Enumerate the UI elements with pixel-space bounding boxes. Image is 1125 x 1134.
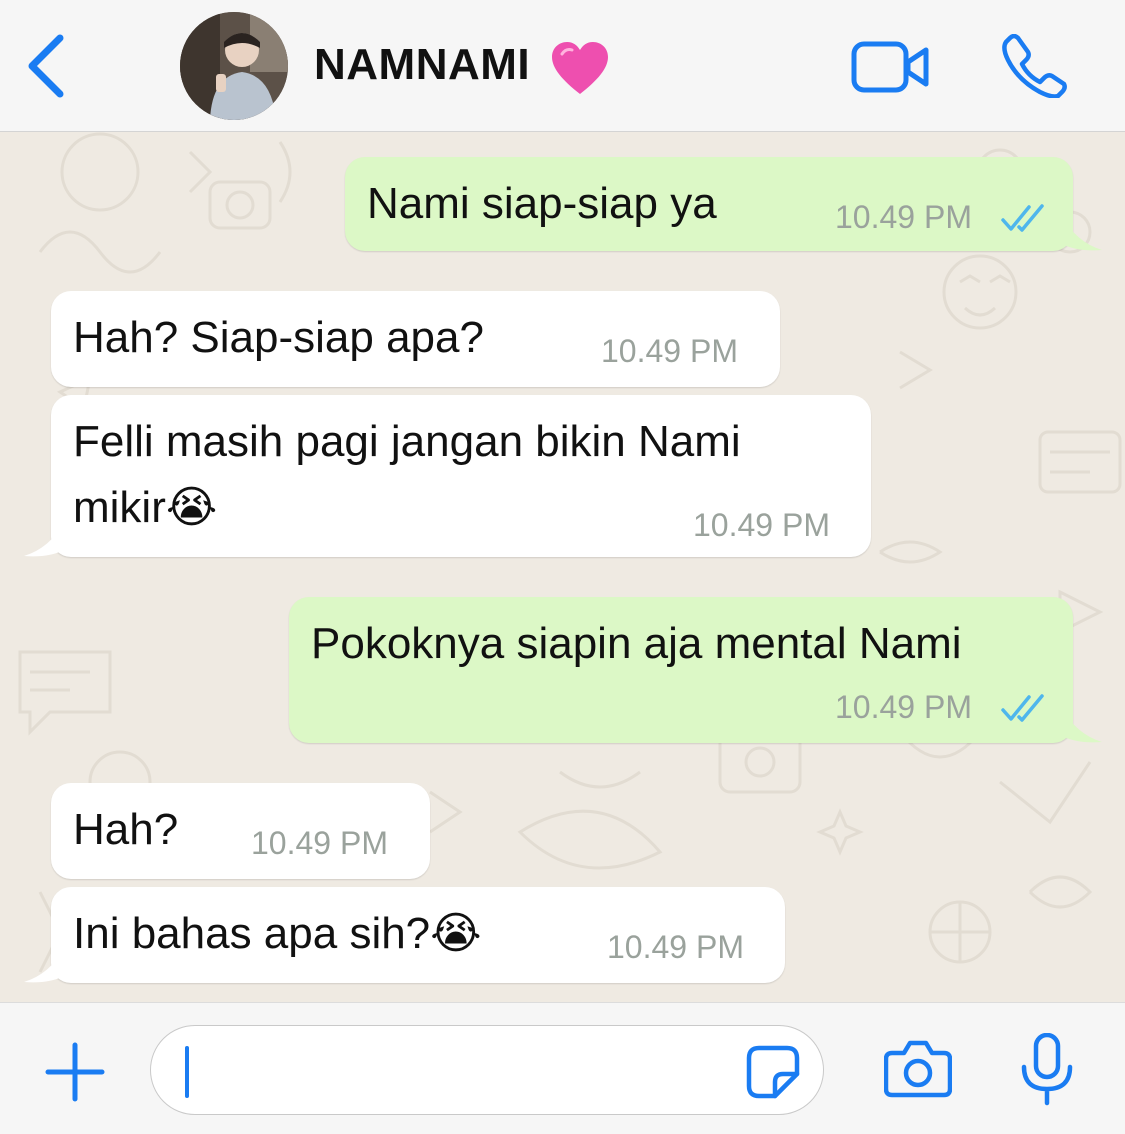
message-incoming-1[interactable]: Hah? Siap-siap apa? 10.49 PM xyxy=(51,291,780,387)
microphone-icon xyxy=(1021,1032,1073,1106)
attach-button[interactable] xyxy=(42,1039,108,1105)
message-time: 10.49 PM xyxy=(251,825,388,861)
message-text: mikir xyxy=(73,483,166,532)
bubble-tail xyxy=(24,948,64,983)
message-text-body: Ini bahas apa sih? xyxy=(73,909,431,958)
message-input[interactable] xyxy=(150,1025,824,1115)
voice-call-button[interactable] xyxy=(1002,33,1068,99)
message-text-line-1: Felli masih pagi jangan bikin Nami xyxy=(73,417,741,466)
heart-emoji-icon xyxy=(552,42,608,94)
message-text: Hah? xyxy=(73,805,179,854)
camera-button[interactable] xyxy=(883,1039,953,1099)
bubble-tail xyxy=(1062,708,1102,743)
composer-bar xyxy=(0,1002,1125,1134)
crying-emoji: 😭 xyxy=(430,909,482,958)
message-incoming-3[interactable]: Hah? 10.49 PM xyxy=(51,783,430,879)
read-receipt-icon xyxy=(1001,694,1044,722)
message-time: 10.49 PM xyxy=(835,689,972,725)
bubble-tail xyxy=(24,522,64,557)
voice-message-button[interactable] xyxy=(1020,1032,1074,1107)
avatar[interactable] xyxy=(180,12,288,120)
message-time: 10.49 PM xyxy=(601,333,738,369)
sticker-icon xyxy=(746,1045,800,1099)
message-text: Ini bahas apa sih?😭 xyxy=(73,901,482,967)
phone-icon xyxy=(1002,33,1067,99)
message-text: Nami siap-siap ya xyxy=(367,179,717,228)
message-time: 10.49 PM xyxy=(607,929,744,965)
bubble-tail xyxy=(1062,216,1102,251)
message-list[interactable]: Nami siap-siap ya 10.49 PM Hah? Siap-sia… xyxy=(0,132,1125,1002)
message-time: 10.49 PM xyxy=(835,199,972,235)
message-text: Pokoknya siapin aja mental Nami xyxy=(311,619,962,668)
text-caret xyxy=(185,1046,189,1098)
camera-icon xyxy=(883,1040,953,1098)
contact-name[interactable]: NAMNAMI xyxy=(314,40,530,90)
crying-emoji: 😭 xyxy=(165,483,218,532)
avatar-photo xyxy=(180,12,288,120)
chevron-left-icon xyxy=(28,34,64,98)
plus-icon xyxy=(45,1042,105,1102)
message-incoming-4[interactable]: Ini bahas apa sih?😭 10.49 PM xyxy=(51,887,785,983)
video-camera-icon xyxy=(851,41,929,93)
chat-header: NAMNAMI xyxy=(0,0,1125,132)
message-text-line-2: mikir😭 xyxy=(73,475,217,541)
message-text: Hah? Siap-siap apa? xyxy=(73,313,484,362)
sticker-button[interactable] xyxy=(745,1044,801,1100)
message-outgoing-2[interactable]: Pokoknya siapin aja mental Nami 10.49 PM xyxy=(289,597,1073,743)
back-button[interactable] xyxy=(20,30,80,102)
message-time: 10.49 PM xyxy=(693,507,830,543)
message-incoming-2[interactable]: Felli masih pagi jangan bikin Nami mikir… xyxy=(51,395,871,557)
video-call-button[interactable] xyxy=(850,38,932,96)
message-outgoing-1[interactable]: Nami siap-siap ya 10.49 PM xyxy=(345,157,1073,251)
read-receipt-icon xyxy=(1001,204,1044,232)
